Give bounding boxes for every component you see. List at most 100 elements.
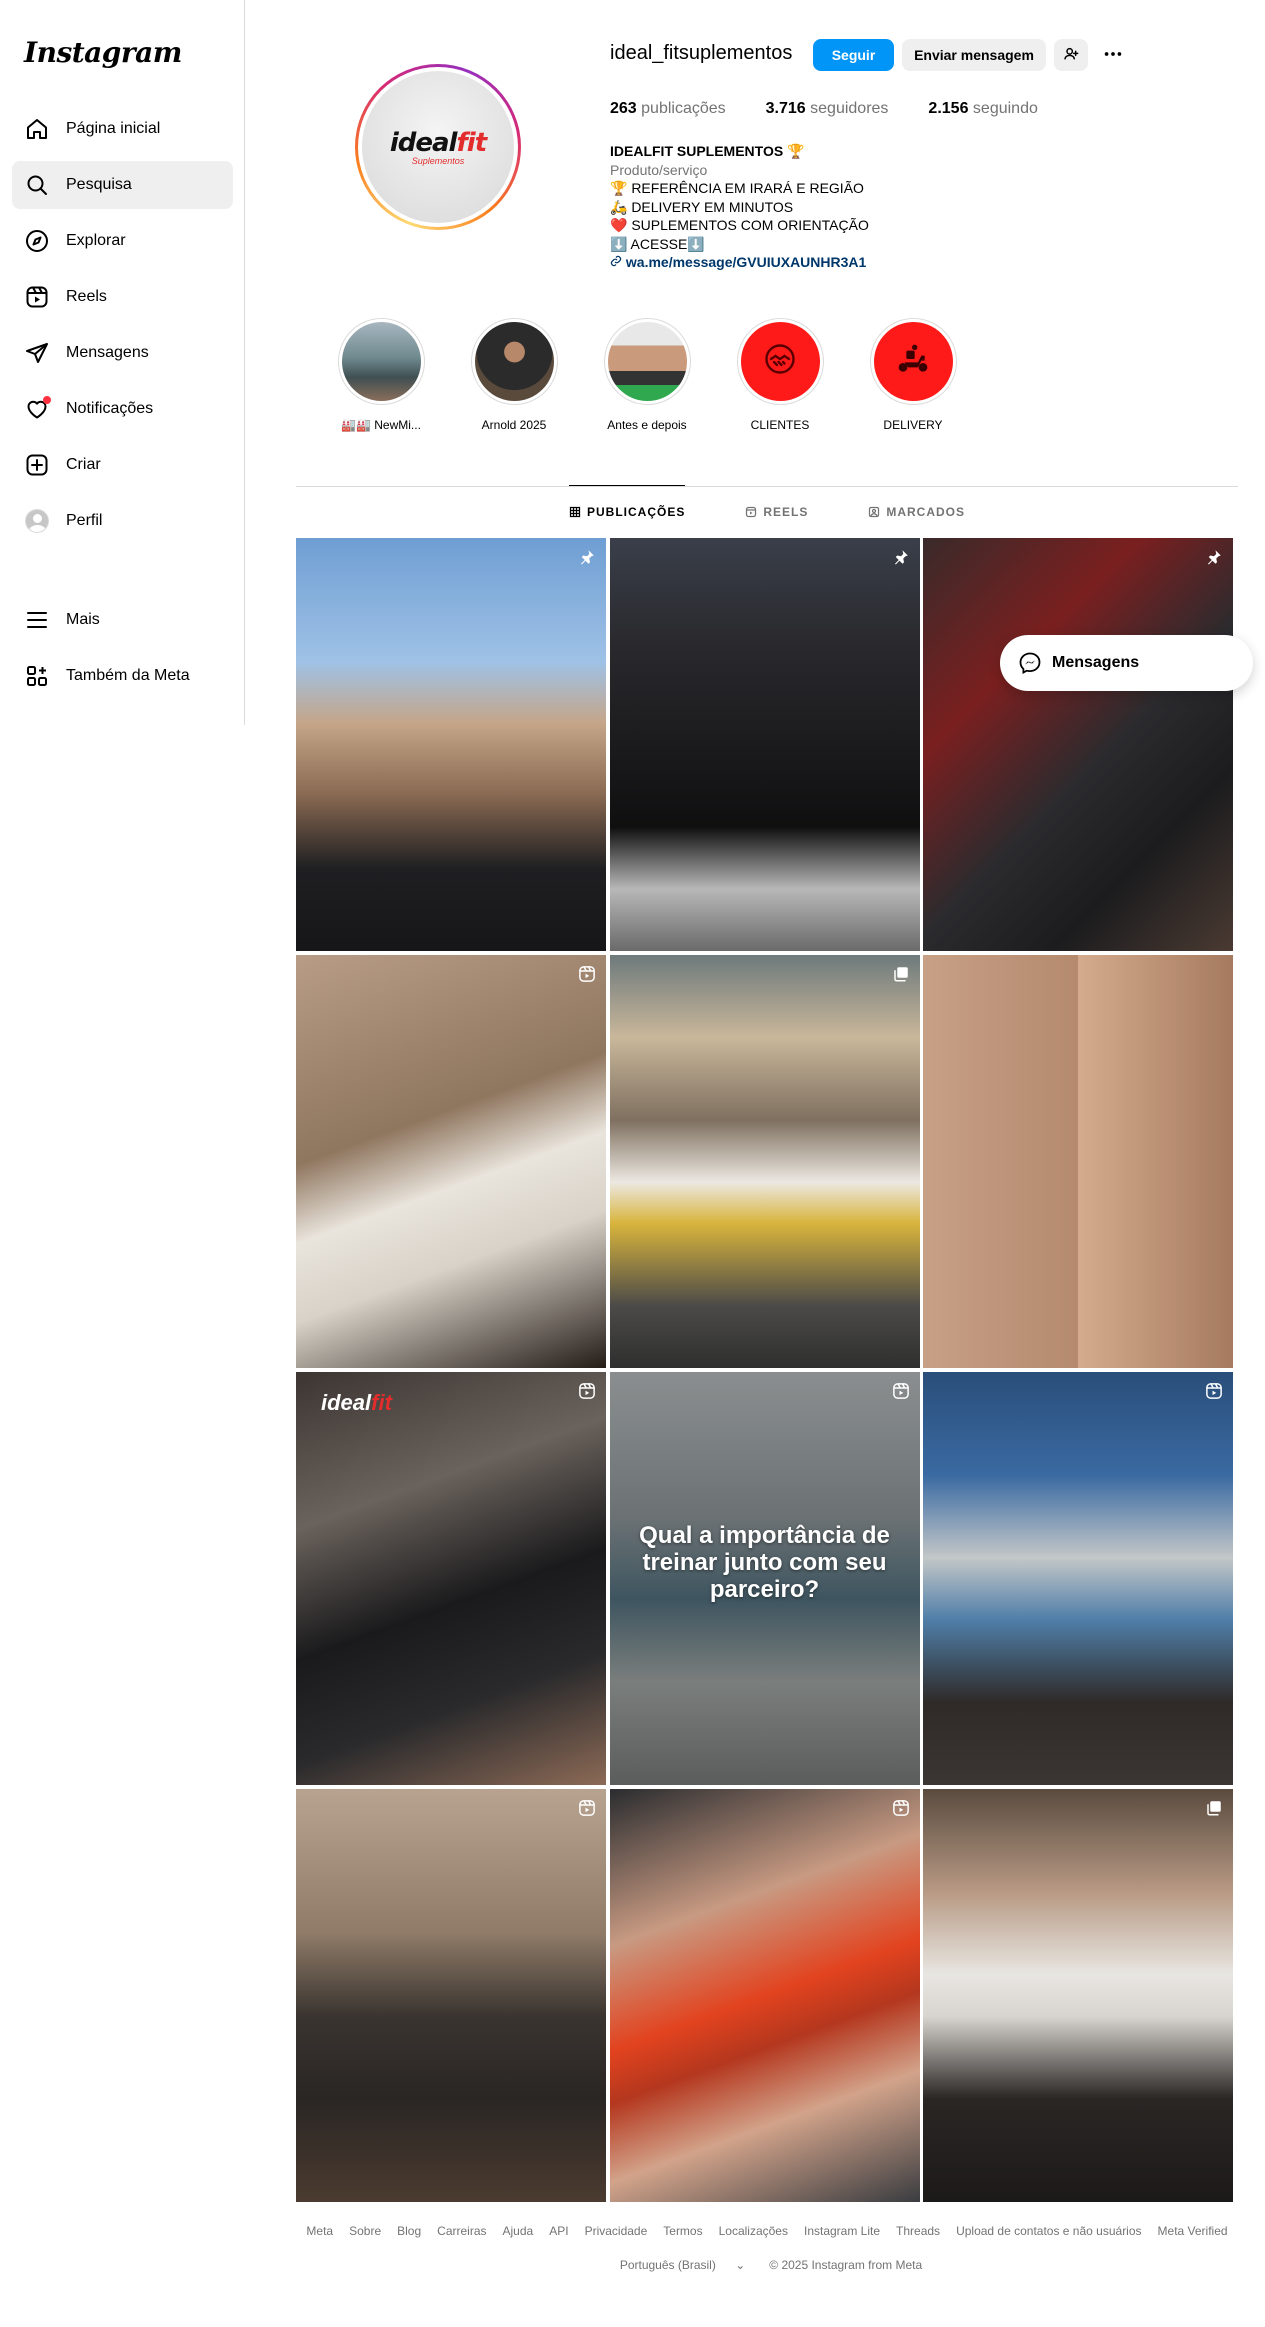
highlight-item[interactable]: DELIVERY — [868, 318, 958, 432]
footer-link[interactable]: Instagram Lite — [804, 2224, 880, 2238]
link-icon — [610, 254, 622, 270]
following-count[interactable]: 2.156 seguindo — [928, 100, 1037, 118]
profile-logo: idealfit — [390, 128, 487, 158]
footer-bottom: Português (Brasil) ⌄ © 2025 Instagram fr… — [296, 2258, 1238, 2272]
tab-reels[interactable]: REELS — [745, 486, 808, 538]
footer-link[interactable]: Threads — [896, 2224, 940, 2238]
more-options-button[interactable] — [1098, 39, 1128, 71]
suggest-user-button[interactable] — [1054, 39, 1088, 71]
messenger-icon — [1018, 651, 1042, 675]
profile-picture-image: idealfit Suplementos — [362, 71, 514, 223]
footer-link[interactable]: Termos — [663, 2224, 702, 2238]
sidebar-item-search[interactable]: Pesquisa — [12, 161, 233, 209]
instagram-logo[interactable]: Instagram — [24, 36, 182, 69]
followers-number: 3.716 — [765, 100, 806, 117]
sidebar-item-messages[interactable]: Mensagens — [12, 329, 233, 377]
highlight-ring — [603, 318, 691, 405]
post-tile[interactable] — [923, 1789, 1233, 2202]
post-tile[interactable] — [296, 538, 606, 951]
highlight-cover — [341, 322, 421, 401]
profile-bio: IDEALFIT SUPLEMENTOS 🏆 Produto/serviço 🏆… — [610, 142, 1010, 272]
highlight-cover — [873, 322, 953, 401]
post-tile[interactable]: idealfit — [296, 1372, 606, 1785]
sidebar: Instagram Página inicial Pesquisa Explor… — [0, 0, 245, 725]
followers-count[interactable]: 3.716 seguidores — [766, 100, 889, 118]
highlight-item[interactable]: Antes e depois — [602, 318, 692, 432]
add-person-icon — [1063, 46, 1079, 65]
language-label: Português (Brasil) — [619, 2258, 716, 2272]
reel-icon — [578, 965, 596, 988]
tab-tagged[interactable]: MARCADOS — [868, 486, 965, 538]
send-message-button[interactable]: Enviar mensagem — [902, 39, 1046, 71]
post-tile[interactable] — [923, 538, 1233, 951]
highlight-item[interactable]: Arnold 2025 — [469, 318, 559, 432]
footer-link[interactable]: Blog — [397, 2224, 421, 2238]
pinned-icon — [892, 548, 910, 571]
highlight-item[interactable]: CLIENTES — [735, 318, 825, 432]
language-selector[interactable]: Português (Brasil) ⌄ — [612, 2258, 753, 2272]
footer-link[interactable]: Carreiras — [437, 2224, 486, 2238]
profile-stats: 263 publicações 3.716 seguidores 2.156 s… — [610, 100, 1078, 118]
bio-line: 🛵 DELIVERY EM MINUTOS — [610, 198, 794, 215]
sidebar-item-reels[interactable]: Reels — [12, 273, 233, 321]
reel-icon — [892, 1382, 910, 1405]
messages-pill-label: Mensagens — [1052, 654, 1140, 671]
profile-category: Produto/serviço — [610, 161, 708, 178]
post-tile[interactable] — [923, 1372, 1233, 1785]
tab-label: PUBLICAÇÕES — [586, 504, 686, 519]
sidebar-nav: Página inicial Pesquisa Explorar Reels M… — [12, 105, 233, 553]
footer-link[interactable]: Sobre — [349, 2224, 381, 2238]
post-tile[interactable] — [609, 538, 920, 951]
footer-link[interactable]: Ajuda — [503, 2224, 534, 2238]
post-tile[interactable] — [923, 955, 1233, 1368]
follow-button[interactable]: Seguir — [813, 39, 894, 71]
sidebar-item-label: Mais — [66, 611, 100, 628]
footer-link[interactable]: Meta — [306, 2224, 333, 2238]
highlight-ring — [736, 318, 824, 405]
posts-count: 263 publicações — [610, 100, 726, 118]
sidebar-item-create[interactable]: Criar — [12, 441, 233, 489]
sidebar-item-profile[interactable]: Perfil — [12, 497, 233, 545]
carousel-icon — [1205, 1799, 1223, 1822]
messages-pill-button[interactable]: Mensagens — [1000, 635, 1253, 691]
sidebar-item-notifications[interactable]: Notificações — [12, 385, 233, 433]
bio-link[interactable]: wa.me/message/GVUIUXAUNHR3A1 — [610, 253, 1010, 272]
sidebar-item-label: Perfil — [66, 512, 103, 529]
highlight-ring — [337, 318, 425, 405]
post-tile[interactable] — [609, 1789, 920, 2202]
reels-icon — [745, 506, 757, 518]
posts-grid: idealfit Qual a importância de treinar j… — [296, 538, 1233, 2202]
highlight-label: 🏭🏭 NewMi... — [341, 418, 421, 432]
post-tile[interactable] — [296, 955, 606, 1368]
sidebar-item-home[interactable]: Página inicial — [12, 105, 233, 153]
footer-link[interactable]: Meta Verified — [1158, 2224, 1228, 2238]
pinned-icon — [1205, 548, 1223, 571]
profile-picture[interactable]: idealfit Suplementos — [355, 64, 521, 230]
highlight-label: DELIVERY — [883, 418, 943, 432]
post-tile[interactable]: Qual a importância de treinar junto com … — [609, 1372, 920, 1785]
sidebar-item-label: Criar — [66, 456, 101, 473]
avatar — [25, 509, 49, 533]
post-tile[interactable] — [296, 1789, 606, 2202]
highlight-item[interactable]: 🏭🏭 NewMi... — [336, 318, 426, 432]
footer-links: Meta Sobre Blog Carreiras Ajuda API Priv… — [296, 2224, 1238, 2238]
plus-square-icon — [24, 452, 50, 478]
meta-apps-icon — [24, 663, 50, 689]
tab-posts[interactable]: PUBLICAÇÕES — [568, 485, 686, 537]
bio-line: ❤️ SUPLEMENTOS COM ORIENTAÇÃO — [610, 217, 869, 233]
sidebar-item-more[interactable]: Mais — [12, 596, 233, 644]
sidebar-item-explore[interactable]: Explorar — [12, 217, 233, 265]
footer-link[interactable]: Upload de contatos e não usuários — [956, 2224, 1141, 2238]
highlight-label: CLIENTES — [750, 418, 810, 432]
footer-link[interactable]: API — [549, 2224, 568, 2238]
send-icon — [24, 340, 50, 366]
post-tile[interactable] — [609, 955, 920, 1368]
following-label: seguindo — [968, 100, 1038, 117]
footer-link[interactable]: Privacidade — [585, 2224, 648, 2238]
logo-sub: Suplementos — [411, 156, 465, 166]
logo-accent: fit — [456, 128, 487, 158]
footer-link[interactable]: Localizações — [719, 2224, 788, 2238]
bio-link-text: wa.me/message/GVUIUXAUNHR3A1 — [625, 254, 867, 270]
sidebar-item-label: Reels — [66, 288, 107, 305]
sidebar-item-meta[interactable]: Também da Meta — [12, 652, 233, 700]
